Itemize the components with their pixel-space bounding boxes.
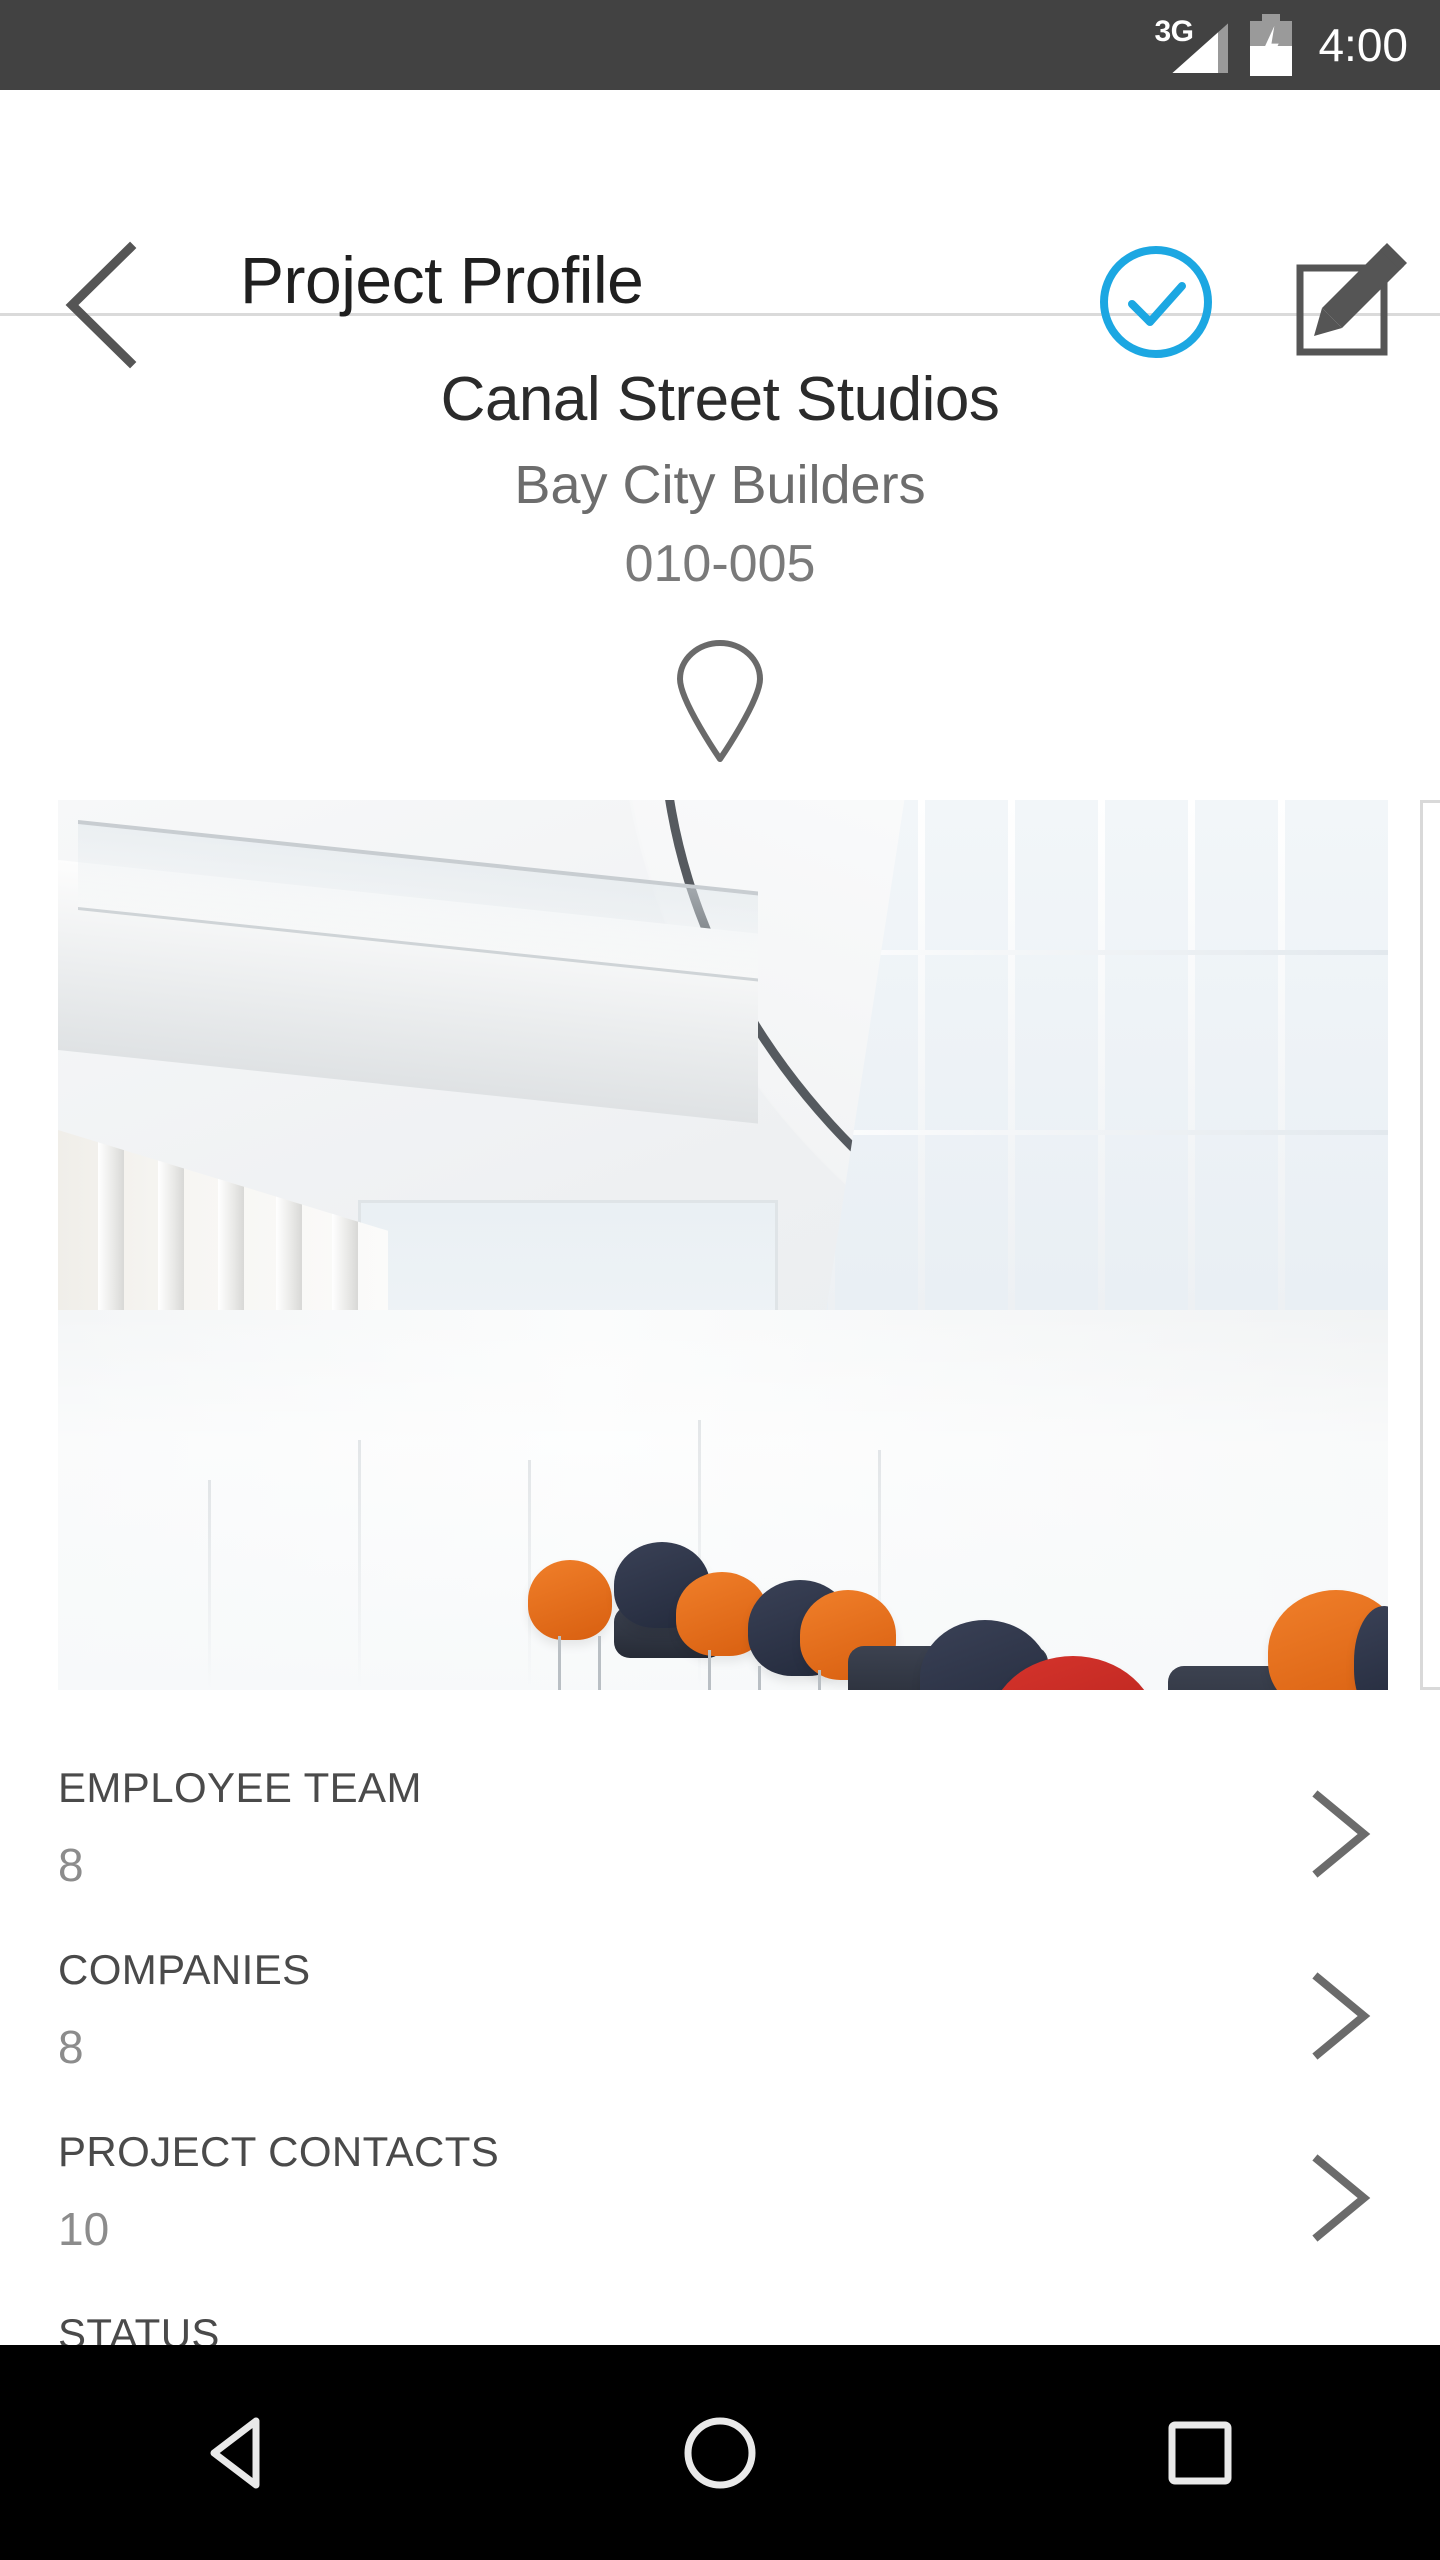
photo-chair bbox=[528, 1560, 612, 1640]
photo-chair-leg bbox=[708, 1650, 711, 1690]
project-photo bbox=[58, 800, 1388, 1690]
project-number: 010-005 bbox=[624, 534, 816, 593]
photo-card[interactable] bbox=[58, 800, 1388, 1690]
nav-back-button[interactable] bbox=[170, 2383, 310, 2523]
photo-card-next[interactable] bbox=[1420, 800, 1440, 1690]
chevron-right-icon bbox=[1302, 2152, 1382, 2244]
detail-row-project-contacts[interactable]: PROJECT CONTACTS 10 bbox=[0, 2106, 1440, 2288]
signal-bars-icon: 3G bbox=[1154, 15, 1229, 75]
detail-value: 8 bbox=[58, 1839, 84, 1891]
location-button[interactable] bbox=[0, 639, 1440, 765]
detail-label: COMPANIES bbox=[58, 1946, 311, 1993]
photo-floor-reflection bbox=[208, 1480, 211, 1690]
photo-chair-leg bbox=[598, 1636, 601, 1690]
status-bar: 3G 4:00 bbox=[0, 0, 1440, 90]
app-bar: Project Profile bbox=[0, 90, 1440, 369]
app-screen: 3G 4:00 Project Profile Canal Street Stu… bbox=[0, 0, 1440, 2560]
nav-recents-button[interactable] bbox=[1130, 2383, 1270, 2523]
status-bar-clock: 4:00 bbox=[1318, 19, 1408, 71]
battery-charging-icon bbox=[1250, 14, 1293, 76]
detail-row-companies[interactable]: COMPANIES 8 bbox=[0, 1924, 1440, 2106]
detail-value: 8 bbox=[58, 2021, 84, 2073]
android-home-circle-icon bbox=[684, 2417, 756, 2488]
project-company: Bay City Builders bbox=[514, 455, 926, 516]
photo-transom bbox=[768, 1130, 1388, 1135]
photo-floor-reflection bbox=[528, 1460, 531, 1690]
chevron-right-icon bbox=[1302, 1970, 1382, 2062]
map-pin-icon bbox=[677, 639, 763, 762]
project-name: Canal Street Studios bbox=[440, 365, 1000, 434]
photo-carousel[interactable] bbox=[58, 800, 1440, 1690]
android-recents-square-icon bbox=[1168, 2421, 1232, 2484]
status-bar-icons: 3G 4:00 bbox=[1154, 14, 1408, 76]
detail-row-employee-team[interactable]: EMPLOYEE TEAM 8 bbox=[0, 1742, 1440, 1924]
android-back-triangle-icon bbox=[210, 2417, 260, 2488]
chevron-right-icon bbox=[1302, 1788, 1382, 1880]
photo-chair-leg bbox=[818, 1670, 821, 1690]
nav-home-button[interactable] bbox=[650, 2383, 790, 2523]
page-title: Project Profile bbox=[240, 243, 644, 317]
photo-chair-leg bbox=[758, 1666, 761, 1690]
detail-label: PROJECT CONTACTS bbox=[58, 2128, 500, 2175]
android-nav-bar bbox=[0, 2345, 1440, 2560]
photo-chair-leg bbox=[558, 1636, 561, 1690]
battery-nub bbox=[1262, 14, 1281, 21]
network-type-label: 3G bbox=[1154, 15, 1194, 48]
detail-label: EMPLOYEE TEAM bbox=[58, 1764, 422, 1811]
photo-floor-reflection bbox=[358, 1440, 361, 1690]
project-header: Canal Street Studios Bay City Builders 0… bbox=[0, 316, 1440, 765]
detail-value: 10 bbox=[58, 2203, 110, 2255]
